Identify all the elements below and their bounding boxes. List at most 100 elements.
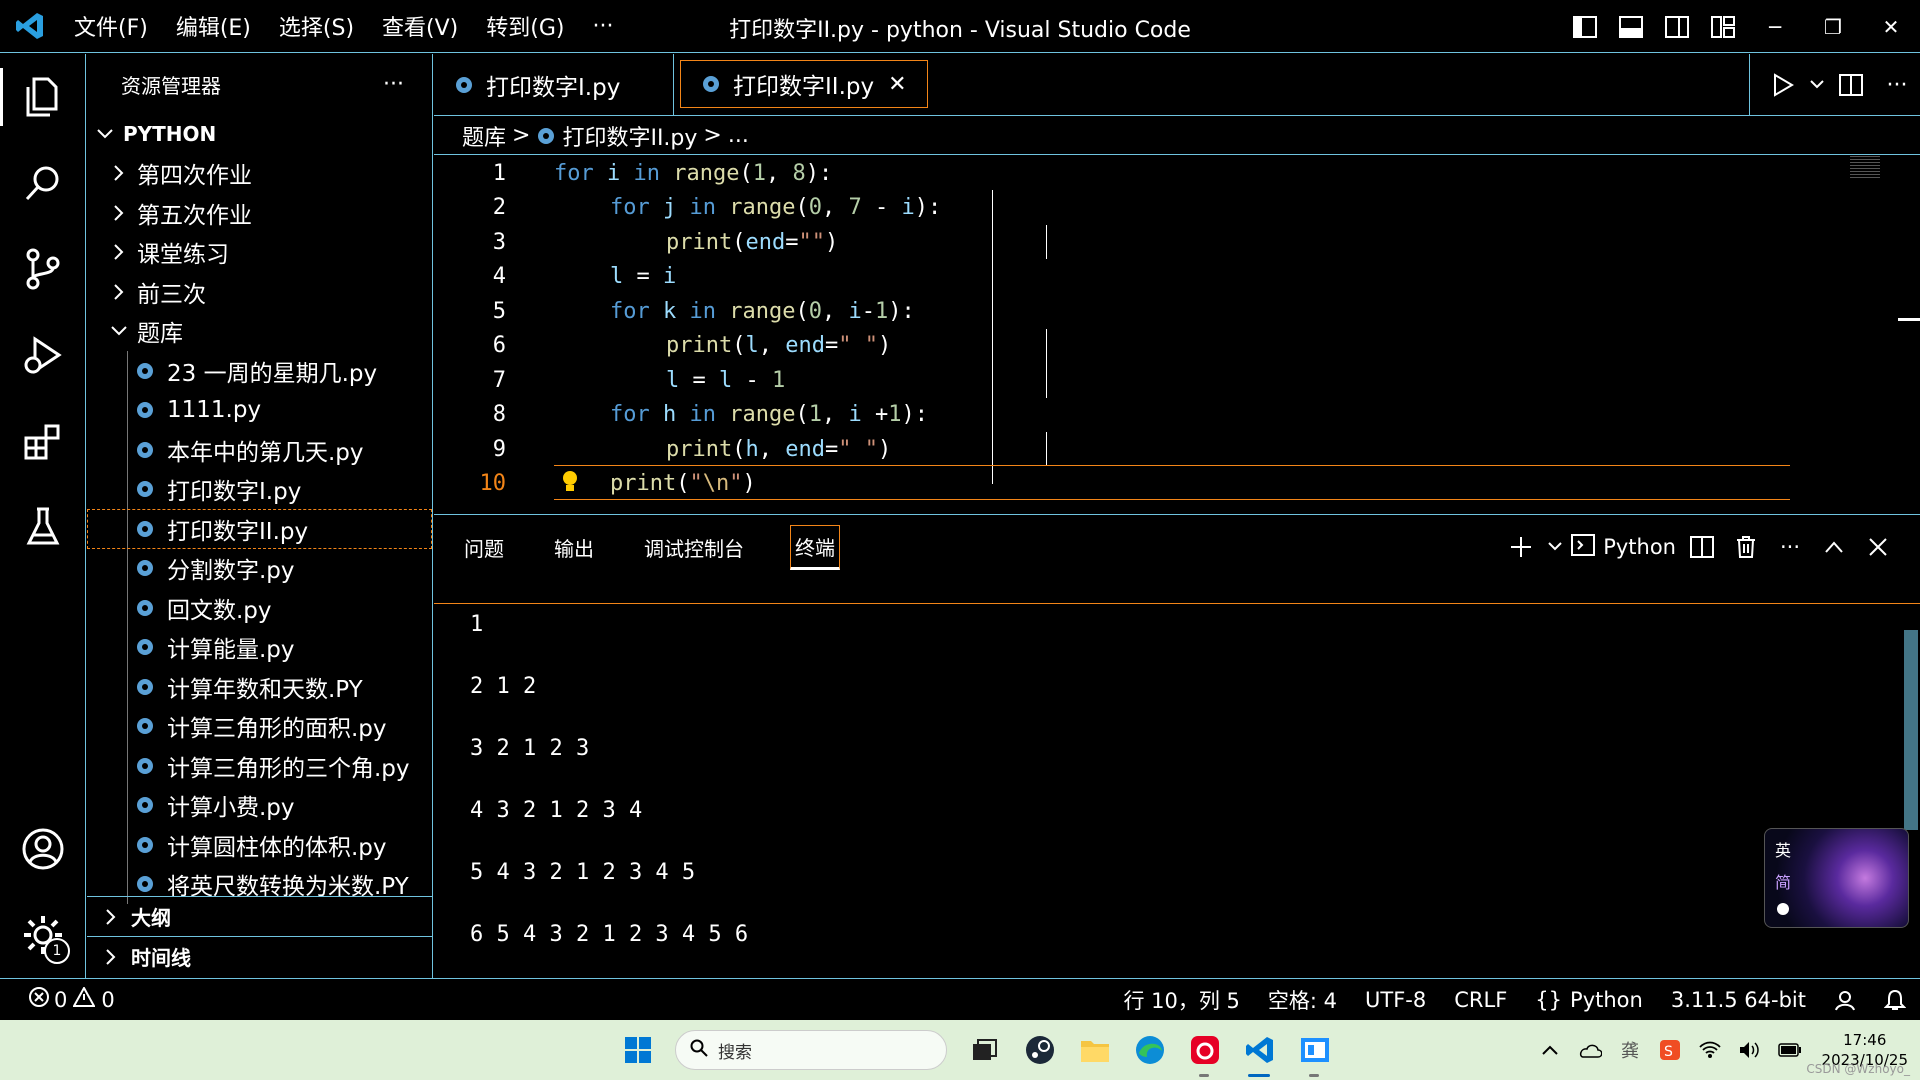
netease-music-icon[interactable] (1177, 1020, 1232, 1080)
manage-gear-icon[interactable]: 1 (0, 892, 86, 978)
folder-item[interactable]: 第五次作业 (87, 193, 432, 233)
file-item[interactable]: 计算小费.py (87, 786, 432, 826)
file-explorer-icon[interactable] (1067, 1020, 1122, 1080)
folder-item[interactable]: 前三次 (87, 272, 432, 312)
menu-more[interactable]: ··· (578, 14, 627, 39)
app-window-icon[interactable] (1287, 1020, 1342, 1080)
outline-section[interactable]: 大纲 (87, 896, 433, 936)
battery-icon[interactable] (1770, 1020, 1810, 1080)
kill-terminal-trash-icon[interactable] (1724, 524, 1768, 570)
end-of-line[interactable]: CRLF (1440, 988, 1521, 1012)
source-control-icon[interactable] (0, 226, 86, 312)
toggle-secondary-sidebar-icon[interactable] (1654, 0, 1700, 53)
menu-edit[interactable]: 编辑(E) (162, 10, 265, 42)
folder-item-open[interactable]: 题库 (87, 312, 432, 352)
extensions-icon[interactable] (0, 398, 86, 484)
tab-debug-console[interactable]: 调试控制台 (640, 527, 748, 568)
taskbar-search-box[interactable]: 搜索 (675, 1030, 947, 1070)
run-dropdown-chevron-icon[interactable] (1806, 62, 1828, 108)
split-terminal-icon[interactable] (1680, 524, 1724, 570)
new-terminal-plus-icon[interactable] (1499, 524, 1543, 570)
customize-layout-icon[interactable] (1700, 0, 1746, 53)
onedrive-cloud-icon[interactable] (1570, 1020, 1610, 1080)
feedback-icon[interactable] (1820, 989, 1870, 1011)
ime-language-indicator[interactable]: 英 (1775, 837, 1791, 861)
close-tab-icon[interactable]: ✕ (888, 72, 906, 97)
problems-status[interactable]: 0 0 (0, 985, 115, 1013)
testing-icon[interactable] (0, 484, 86, 570)
lightbulb-icon[interactable] (561, 469, 579, 501)
toggle-primary-sidebar-icon[interactable] (1562, 0, 1608, 53)
file-item[interactable]: 计算三角形的面积.py (87, 707, 432, 747)
start-menu-windows-icon[interactable] (610, 1020, 665, 1080)
file-item[interactable]: 23 一周的星期几.py (87, 351, 432, 391)
file-item[interactable]: 计算圆柱体的体积.py (87, 825, 432, 865)
terminal-selector[interactable]: Python (1567, 524, 1680, 570)
tab-problems[interactable]: 问题 (460, 527, 508, 568)
timeline-section[interactable]: 时间线 (87, 936, 433, 976)
menu-file[interactable]: 文件(F) (60, 10, 162, 42)
explorer-sidebar: 资源管理器 ··· PYTHON 第四次作业 第五次作业 课堂练习 前三次 题库… (87, 54, 433, 978)
cursor-position[interactable]: 行 10，列 5 (1109, 985, 1253, 1015)
folder-item[interactable]: 第四次作业 (87, 154, 432, 194)
wifi-icon[interactable] (1690, 1020, 1730, 1080)
maximize-button[interactable]: ❐ (1804, 0, 1862, 53)
vscode-taskbar-icon[interactable] (1232, 1020, 1287, 1080)
python-interpreter[interactable]: 3.11.5 64-bit (1657, 988, 1820, 1012)
minimize-button[interactable]: ─ (1746, 0, 1804, 53)
ime-mode-indicator[interactable]: 简 (1775, 869, 1791, 893)
tab-terminal[interactable]: 终端 (790, 524, 840, 570)
run-debug-icon[interactable] (0, 312, 86, 398)
search-icon[interactable] (0, 140, 86, 226)
breadcrumb-folder[interactable]: 题库 (462, 120, 506, 152)
ime-floating-widget[interactable]: 英 简 (1764, 828, 1909, 928)
minimap[interactable] (1850, 156, 1880, 180)
explorer-icon[interactable] (0, 54, 86, 140)
file-item[interactable]: 打印数字I.py (87, 470, 432, 510)
file-item[interactable]: 本年中的第几天.py (87, 430, 432, 470)
folder-item[interactable]: 课堂练习 (87, 233, 432, 273)
account-icon[interactable] (0, 806, 86, 892)
code-editor[interactable]: 1 for i in range(1, 8): 2 for j in range(0… (434, 156, 1920, 514)
edge-browser-icon[interactable] (1122, 1020, 1177, 1080)
indentation[interactable]: 空格: 4 (1254, 985, 1351, 1015)
volume-icon[interactable] (1730, 1020, 1770, 1080)
file-item[interactable]: 打印数字II.py (87, 509, 432, 549)
file-item[interactable]: 1111.py (87, 391, 432, 431)
split-editor-icon[interactable] (1828, 62, 1874, 108)
editor-more-actions-icon[interactable]: ··· (1874, 62, 1920, 108)
sogou-ime-icon[interactable]: S (1650, 1020, 1690, 1080)
file-item[interactable]: 计算年数和天数.PY (87, 667, 432, 707)
tab-print-numbers-2[interactable]: 打印数字II.py ✕ (680, 60, 928, 108)
maximize-panel-chevron-up-icon[interactable] (1812, 524, 1856, 570)
steam-icon[interactable] (1012, 1020, 1067, 1080)
menu-selection[interactable]: 选择(S) (265, 10, 368, 42)
workspace-root[interactable]: PYTHON (87, 114, 432, 154)
breadcrumb-symbol[interactable]: ... (728, 123, 749, 148)
menu-go[interactable]: 转到(G) (472, 10, 578, 42)
terminal-output[interactable]: 1 2 1 2 3 2 1 2 3 4 3 2 1 2 3 4 5 4 3 2 … (434, 603, 1920, 979)
toggle-panel-icon[interactable] (1608, 0, 1654, 53)
breadcrumb-file[interactable]: 打印数字II.py (562, 120, 697, 152)
file-item[interactable]: 回文数.py (87, 588, 432, 628)
language-mode[interactable]: {} Python (1521, 988, 1657, 1012)
close-panel-icon[interactable] (1856, 524, 1900, 570)
file-item[interactable]: 计算能量.py (87, 628, 432, 668)
terminal-dropdown-chevron-icon[interactable] (1543, 524, 1567, 570)
explorer-more-button[interactable]: ··· (383, 72, 404, 97)
file-item[interactable]: 分割数字.py (87, 549, 432, 589)
close-window-button[interactable]: ✕ (1862, 0, 1920, 53)
panel-more-actions-icon[interactable]: ··· (1768, 524, 1812, 570)
tab-output[interactable]: 输出 (550, 527, 598, 568)
terminal-scrollbar[interactable] (1904, 630, 1918, 830)
file-item[interactable]: 计算三角形的三个角.py (87, 746, 432, 786)
tab-print-numbers-1[interactable]: 打印数字I.py (434, 54, 674, 116)
file-encoding[interactable]: UTF-8 (1351, 988, 1440, 1012)
run-python-file-icon[interactable] (1760, 62, 1806, 108)
input-method-icon[interactable]: 龚 (1610, 1020, 1650, 1080)
ime-settings-icon[interactable] (1775, 901, 1791, 921)
menu-view[interactable]: 查看(V) (368, 10, 472, 42)
notifications-bell-icon[interactable] (1870, 988, 1920, 1012)
show-hidden-icons-chevron-icon[interactable] (1530, 1020, 1570, 1080)
task-view-icon[interactable] (957, 1020, 1012, 1080)
